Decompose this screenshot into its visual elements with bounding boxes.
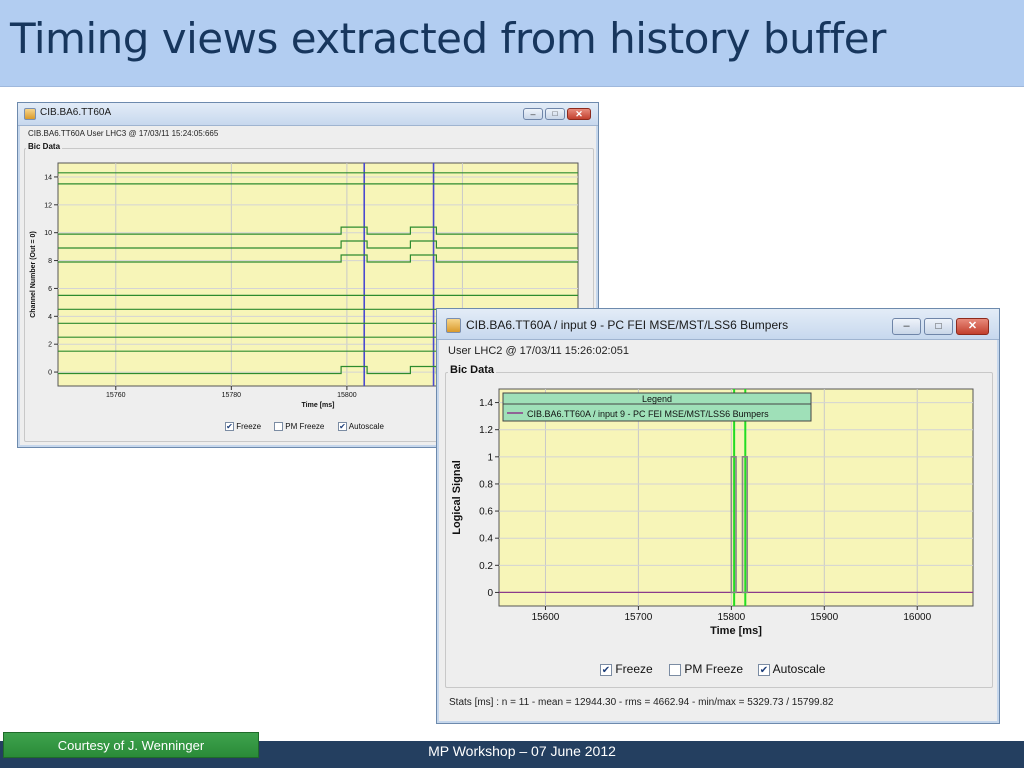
y-tick-label: 1 xyxy=(487,452,493,463)
window2-freeze-label: Freeze xyxy=(615,662,653,676)
x-axis-label: Time [ms] xyxy=(302,402,335,409)
courtesy-label: Courtesy of J. Wenninger xyxy=(3,732,259,758)
close-icon[interactable]: ✕ xyxy=(956,318,989,335)
window1-group-label: Bic Data xyxy=(26,142,63,151)
y-tick-label: 2 xyxy=(48,342,52,349)
x-tick-label: 16000 xyxy=(903,612,931,623)
logical-signal-chart: 15600 15700 15800 15900 16000 0 0.2 0.4 0.6 0.8 1 1… xyxy=(451,388,974,637)
window2-freeze-box[interactable]: ✔ xyxy=(600,663,612,676)
y-tick-label: 1.2 xyxy=(479,425,493,436)
x-tick-label: 15760 xyxy=(106,392,126,399)
window1-pm-freeze-box[interactable] xyxy=(274,422,283,432)
y-tick-label: 10 xyxy=(44,230,52,237)
window2-subtitle: User LHC2 @ 17/03/11 15:26:02:051 xyxy=(448,345,629,357)
window1-subtitle: CIB.BA6.TT60A User LHC3 @ 17/03/11 15:24… xyxy=(28,129,219,138)
maximize-icon[interactable]: □ xyxy=(545,108,565,120)
bic-data-window-2[interactable]: CIB.BA6.TT60A / input 9 - PC FEI MSE/MST… xyxy=(436,308,1000,724)
y-tick-label: 8 xyxy=(48,258,52,265)
window1-pm-freeze-label: PM Freeze xyxy=(285,422,325,431)
window2-group-label: Bic Data xyxy=(448,364,497,376)
x-tick-label: 15800 xyxy=(717,612,745,623)
x-tick-label: 15780 xyxy=(222,392,242,399)
y-axis-label: Logical Signal xyxy=(451,460,463,535)
legend-title: Legend xyxy=(642,394,672,404)
x-tick-label: 15700 xyxy=(625,612,653,623)
x-tick-label: 15800 xyxy=(337,392,357,399)
y-tick-label: 0.6 xyxy=(479,507,493,518)
x-axis-label: Time [ms] xyxy=(710,625,762,637)
y-tick-label: 0 xyxy=(487,588,493,599)
slide-header: Timing views extracted from history buff… xyxy=(0,0,1024,87)
window2-autoscale-box[interactable]: ✔ xyxy=(758,663,770,676)
window2-pm-freeze-label: PM Freeze xyxy=(684,662,744,676)
window1-autoscale-label: Autoscale xyxy=(348,422,384,431)
y-tick-label: 0.8 xyxy=(479,479,493,490)
window2-pm-freeze-box[interactable] xyxy=(669,663,681,676)
maximize-icon[interactable]: □ xyxy=(924,318,953,335)
y-tick-label: 6 xyxy=(48,286,52,293)
slide-title: Timing views extracted from history buff… xyxy=(10,14,886,63)
y-tick-label: 0.4 xyxy=(479,534,493,545)
minimize-icon[interactable]: – xyxy=(523,108,543,120)
window2-autoscale-label: Autoscale xyxy=(772,662,826,676)
window2-freeze-checkbox[interactable]: ✔ Freeze xyxy=(600,662,653,676)
close-icon[interactable]: ✕ xyxy=(567,108,591,120)
window2-autoscale-checkbox[interactable]: ✔ Autoscale xyxy=(758,662,825,676)
y-tick-label: 4 xyxy=(48,314,52,321)
y-tick-label: 0 xyxy=(48,370,52,377)
window1-freeze-box[interactable]: ✔ xyxy=(225,422,234,432)
window2-title: CIB.BA6.TT60A / input 9 - PC FEI MSE/MST… xyxy=(466,318,789,332)
y-tick-label: 1.4 xyxy=(479,398,493,409)
y-tick-label: 14 xyxy=(44,174,52,181)
x-tick-label: 15600 xyxy=(532,612,560,623)
java-app-icon xyxy=(24,108,36,120)
legend-entry: CIB.BA6.TT60A / input 9 - PC FEI MSE/MST… xyxy=(527,409,769,419)
stats-line: Stats [ms] : n = 11 - mean = 12944.30 - … xyxy=(449,697,834,708)
minimize-icon[interactable]: – xyxy=(892,318,921,335)
window2-pm-freeze-checkbox[interactable]: PM Freeze xyxy=(669,662,743,676)
y-axis-label: Channel Number (Out = 0) xyxy=(30,231,37,318)
window1-titlebar[interactable]: CIB.BA6.TT60A – □ ✕ xyxy=(18,103,598,126)
java-app-icon xyxy=(446,318,461,333)
x-tick-label: 15900 xyxy=(810,612,838,623)
window1-autoscale-checkbox[interactable]: ✔ Autoscale xyxy=(338,422,384,432)
window1-title: CIB.BA6.TT60A xyxy=(40,107,112,118)
window1-freeze-label: Freeze xyxy=(236,422,262,431)
window2-titlebar[interactable]: CIB.BA6.TT60A / input 9 - PC FEI MSE/MST… xyxy=(437,309,999,340)
y-tick-label: 0.2 xyxy=(479,561,493,572)
window1-autoscale-box[interactable]: ✔ xyxy=(338,422,347,432)
window1-freeze-checkbox[interactable]: ✔ Freeze xyxy=(225,422,262,432)
y-tick-label: 12 xyxy=(44,202,52,209)
window1-pm-freeze-checkbox[interactable]: PM Freeze xyxy=(274,422,325,432)
